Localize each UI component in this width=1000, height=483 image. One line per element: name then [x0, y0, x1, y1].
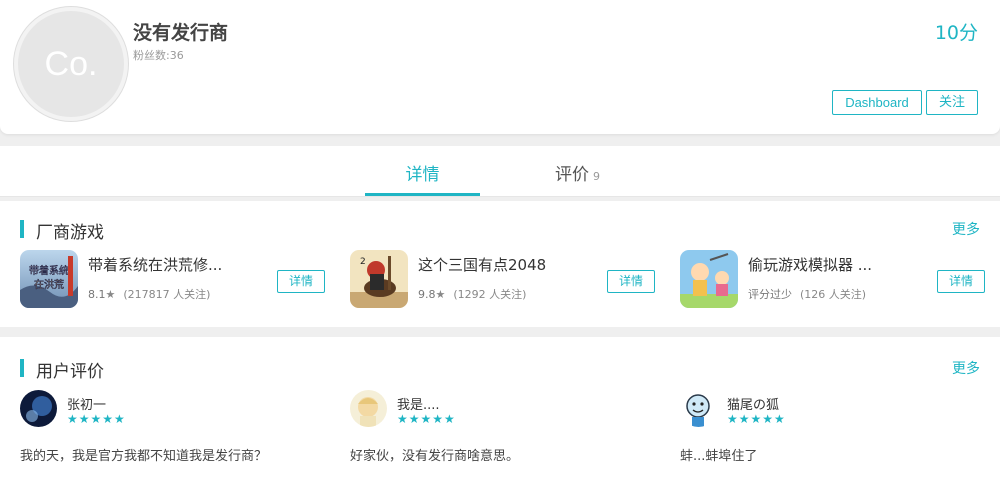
- game-card[interactable]: 带着系统 在洪荒 带着系统在洪荒修... 8.1★ (217817 人关注) 详情: [20, 250, 325, 310]
- tab-review[interactable]: 评价 9: [555, 160, 600, 185]
- tab-bar: 详情 评价 9: [0, 146, 1000, 197]
- rating-stars: ★★★★★: [727, 412, 786, 426]
- review-text: 好家伙，没有发行商啥意思。: [350, 449, 520, 464]
- games-section: 厂商游戏 更多 带着系统 在洪荒 带着系统在洪荒修... 8.1★ (217817…: [0, 201, 1000, 327]
- reviews-section-title: 用户评价: [36, 362, 104, 382]
- game-card[interactable]: 2 这个三国有点2048 9.8★ (1292 人关注) 详情: [350, 250, 655, 310]
- game-meta: 评分过少 (126 人关注): [748, 286, 866, 302]
- games-more-link[interactable]: 更多: [952, 219, 980, 239]
- game-rating: 评分过少: [748, 288, 792, 301]
- publisher-avatar: Co.: [18, 11, 124, 117]
- dashboard-button[interactable]: Dashboard: [832, 90, 922, 115]
- follow-button[interactable]: 关注: [926, 90, 978, 115]
- fans-count: 粉丝数:36: [133, 49, 184, 62]
- reviews-section: 用户评价 更多 张初一 ★★★★★ 我的天，我是官方我都不知道我是发行商？ 我是…: [0, 337, 1000, 483]
- user-avatar[interactable]: [350, 390, 387, 427]
- game-followers: (217817 人关注): [123, 288, 211, 301]
- game-icon[interactable]: 带着系统 在洪荒: [20, 250, 78, 308]
- review-username[interactable]: 我是....: [397, 394, 440, 413]
- review-count: 9: [593, 170, 600, 183]
- svg-text:在洪荒: 在洪荒: [34, 279, 64, 291]
- game-name[interactable]: 这个三国有点2048: [418, 254, 546, 275]
- game-detail-button[interactable]: 详情: [277, 270, 325, 293]
- user-avatar[interactable]: [680, 390, 717, 427]
- publisher-score: 10分: [934, 22, 978, 44]
- svg-text:2: 2: [360, 257, 366, 267]
- tab-review-label: 评价: [555, 165, 589, 185]
- game-followers: (126 人关注): [800, 288, 867, 301]
- star-icon: ★: [105, 288, 116, 301]
- review-username[interactable]: 猫尾の狐: [727, 394, 779, 413]
- game-rating: 9.8: [418, 288, 436, 301]
- svg-text:带着系统: 带着系统: [29, 264, 69, 277]
- tab-detail[interactable]: 详情: [365, 160, 480, 185]
- game-followers: (1292 人关注): [453, 288, 527, 301]
- game-detail-button[interactable]: 详情: [937, 270, 985, 293]
- publisher-name: 没有发行商: [133, 22, 229, 44]
- avatar-text: Co.: [44, 45, 98, 83]
- game-detail-button[interactable]: 详情: [607, 270, 655, 293]
- review-text: 蚌...蚌埠住了: [680, 449, 758, 464]
- review-username[interactable]: 张初一: [67, 394, 106, 413]
- game-icon[interactable]: 2: [350, 250, 408, 308]
- game-meta: 9.8★ (1292 人关注): [418, 286, 526, 302]
- game-name[interactable]: 偷玩游戏模拟器 ...: [748, 254, 872, 275]
- tab-detail-label: 详情: [405, 165, 440, 185]
- section-accent-bar: [20, 220, 24, 238]
- publisher-header: Co. 没有发行商 粉丝数:36 10分 Dashboard 关注: [0, 0, 1000, 134]
- game-name[interactable]: 带着系统在洪荒修...: [88, 254, 222, 275]
- divider: [0, 196, 1000, 197]
- star-icon: ★: [435, 288, 446, 301]
- game-rating: 8.1: [88, 288, 106, 301]
- reviews-more-link[interactable]: 更多: [952, 358, 980, 378]
- game-meta: 8.1★ (217817 人关注): [88, 286, 210, 302]
- rating-stars: ★★★★★: [67, 412, 126, 426]
- rating-stars: ★★★★★: [397, 412, 456, 426]
- game-icon[interactable]: [680, 250, 738, 308]
- review-text: 我的天，我是官方我都不知道我是发行商？: [20, 449, 268, 464]
- user-avatar[interactable]: [20, 390, 57, 427]
- section-accent-bar: [20, 359, 24, 377]
- games-section-title: 厂商游戏: [36, 223, 104, 243]
- game-card[interactable]: 偷玩游戏模拟器 ... 评分过少 (126 人关注) 详情: [680, 250, 985, 310]
